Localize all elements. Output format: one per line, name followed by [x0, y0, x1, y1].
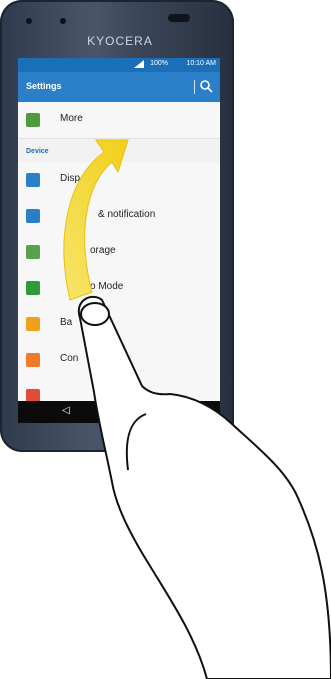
settings-item-label: Con — [60, 353, 79, 364]
connection-icon — [26, 353, 40, 367]
battery-icon — [26, 317, 40, 331]
status-time: 10:10 AM — [186, 60, 216, 67]
signal-icon — [134, 60, 144, 68]
home-icon[interactable]: ○ — [114, 405, 120, 416]
status-bar: 100% 10:10 AM — [18, 58, 220, 72]
back-icon[interactable]: ◁ — [62, 405, 70, 416]
phone-top-bezel: KYOCERA — [0, 0, 234, 58]
page-title: Settings — [26, 81, 62, 91]
more-label: More — [60, 113, 83, 124]
settings-item-connection[interactable]: Con — [18, 342, 220, 379]
screen: 100% 10:10 AM Settings More Device Disp … — [18, 58, 220, 423]
settings-item-battery[interactable]: Ba — [18, 306, 220, 343]
search-icon[interactable] — [198, 78, 214, 94]
section-header-device: Device — [26, 148, 49, 155]
settings-item-label: orage — [90, 245, 116, 256]
settings-item-label: o Mode — [90, 281, 124, 292]
recents-icon[interactable]: □ — [174, 405, 180, 416]
settings-item-eco-mode[interactable]: o Mode — [18, 270, 220, 307]
battery-level: 100% — [150, 60, 168, 67]
more-icon — [26, 113, 40, 127]
app-bar: Settings — [18, 72, 220, 102]
sound-icon — [26, 209, 40, 223]
settings-item-label: & notification — [98, 209, 156, 220]
app-bar-divider — [194, 80, 195, 94]
settings-item-label: Ba — [60, 317, 73, 328]
navigation-bar: ◁ ○ □ — [18, 401, 220, 423]
display-icon — [26, 173, 40, 187]
earpiece-speaker — [168, 14, 190, 22]
front-camera — [26, 18, 32, 24]
settings-item-more[interactable]: More — [18, 102, 220, 139]
sensor — [60, 18, 66, 24]
settings-item-display[interactable]: Disp — [18, 162, 220, 199]
settings-item-storage[interactable]: orage — [18, 234, 220, 271]
storage-icon — [26, 245, 40, 259]
eco-mode-icon — [26, 281, 40, 295]
settings-item-label: Disp — [60, 173, 81, 184]
phone-device: KYOCERA 100% 10:10 AM Settings More Devi… — [0, 0, 234, 452]
brand-logo: KYOCERA — [87, 34, 153, 48]
settings-item-sound[interactable]: & notification — [18, 198, 220, 235]
